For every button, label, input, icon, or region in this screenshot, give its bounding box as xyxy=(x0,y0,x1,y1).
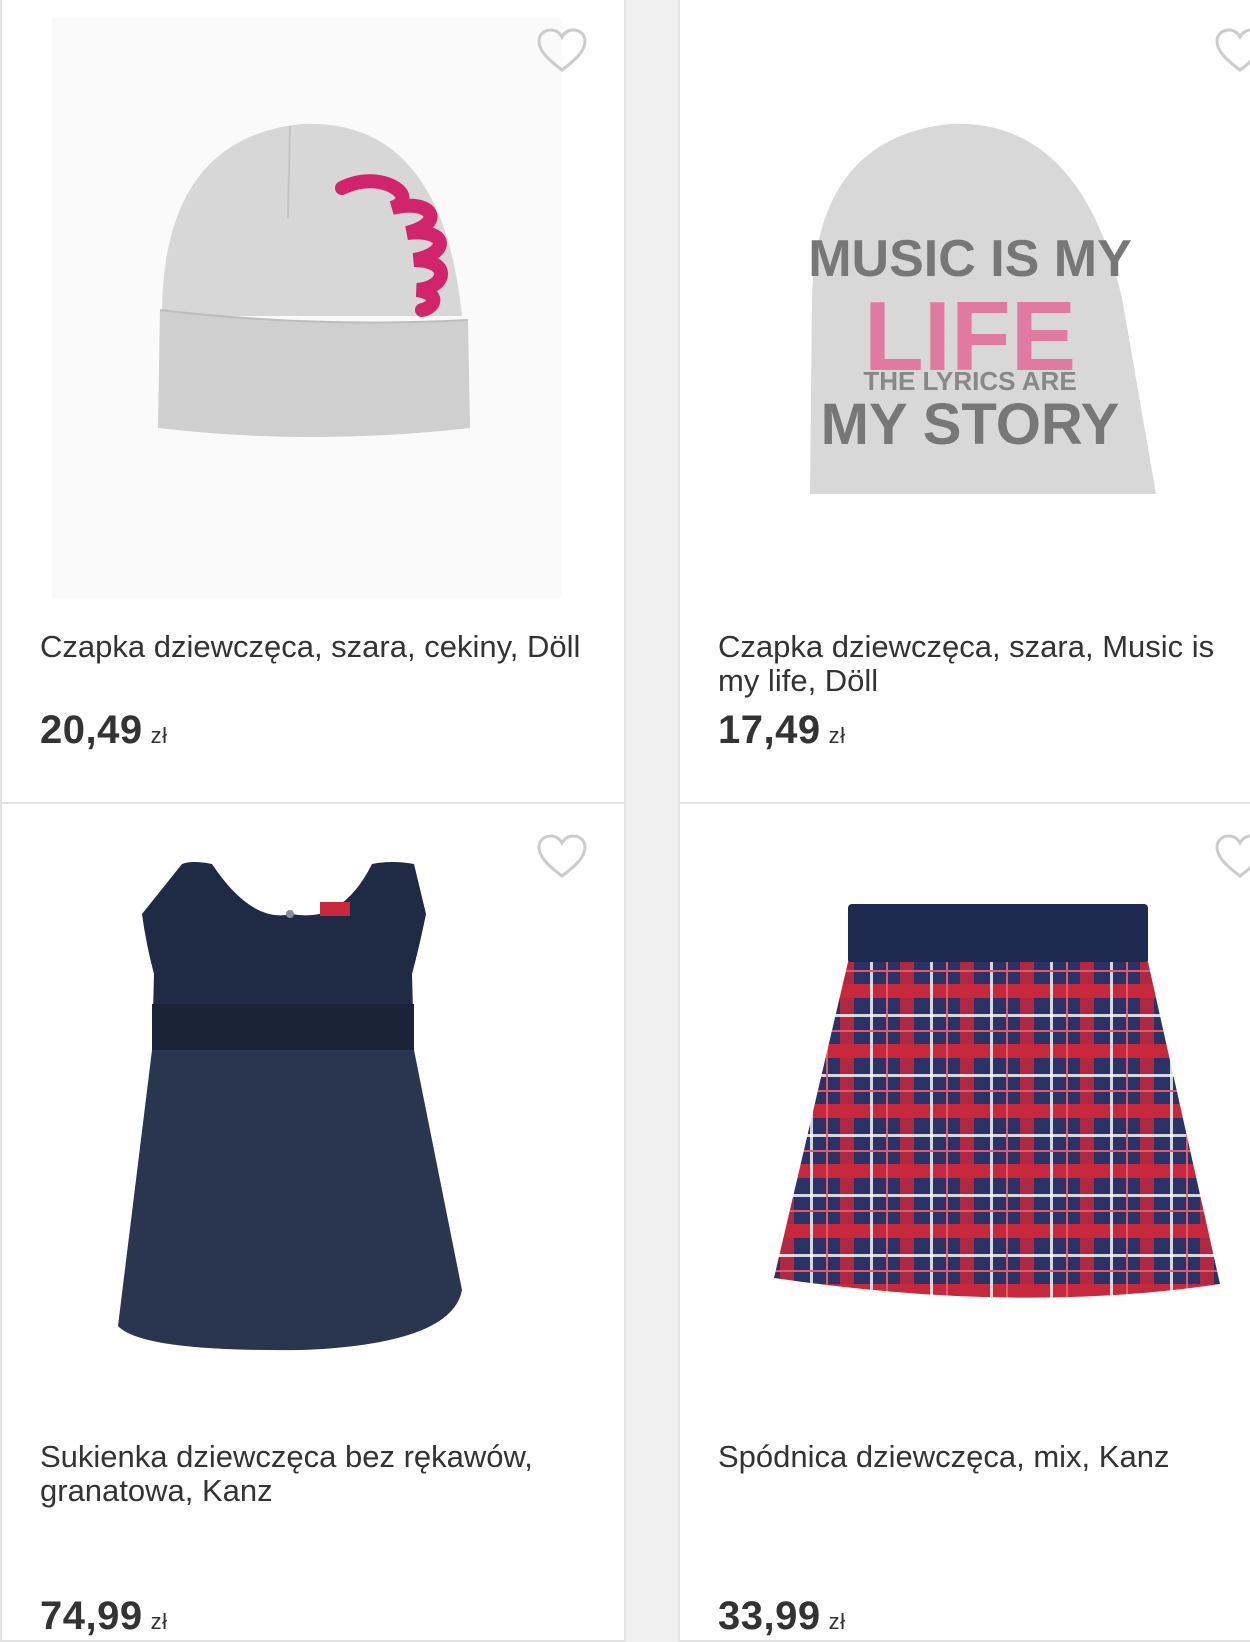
product-card[interactable]: MUSIC IS MY LIFE THE LYRICS ARE MY STORY… xyxy=(678,0,1250,804)
gray-beanie-sequin-image[interactable] xyxy=(42,0,582,618)
plaid-skirt-image[interactable] xyxy=(720,804,1250,1424)
product-price: 20,49 zł xyxy=(40,708,168,753)
price-value: 33,99 xyxy=(718,1594,821,1638)
price-value: 20,49 xyxy=(40,708,143,752)
product-title-line: my life, Döll xyxy=(718,663,879,698)
currency-label: zł xyxy=(828,723,846,748)
product-title-line: Czapka dziewczęca, szara, Music is xyxy=(718,629,1215,664)
svg-text:MUSIC IS MY: MUSIC IS MY xyxy=(808,230,1132,288)
gray-beanie-print-image[interactable]: MUSIC IS MY LIFE THE LYRICS ARE MY STORY xyxy=(720,0,1250,618)
navy-dress-image[interactable] xyxy=(42,804,582,1424)
price-value: 74,99 xyxy=(40,1594,143,1638)
heart-icon[interactable] xyxy=(1214,834,1250,880)
product-card[interactable]: Czapka dziewczęca, szara, cekiny, Döll 2… xyxy=(0,0,626,804)
svg-text:MY STORY: MY STORY xyxy=(821,392,1120,457)
price-value: 17,49 xyxy=(718,708,821,752)
heart-icon[interactable] xyxy=(536,834,588,880)
product-price: 74,99 zł xyxy=(40,1594,168,1639)
currency-label: zł xyxy=(828,1609,846,1634)
product-price: 17,49 zł xyxy=(718,708,846,753)
product-title[interactable]: Sukienka dziewczęca bez rękawów, granato… xyxy=(40,1440,600,1508)
heart-icon[interactable] xyxy=(1214,28,1250,74)
product-title[interactable]: Czapka dziewczęca, szara, Music is my li… xyxy=(718,630,1250,698)
product-card[interactable]: Sukienka dziewczęca bez rękawów, granato… xyxy=(0,802,626,1642)
heart-icon[interactable] xyxy=(536,28,588,74)
currency-label: zł xyxy=(150,723,168,748)
currency-label: zł xyxy=(150,1609,168,1634)
product-title[interactable]: Spódnica dziewczęca, mix, Kanz xyxy=(718,1440,1250,1474)
product-card[interactable]: Spódnica dziewczęca, mix, Kanz 33,99 zł xyxy=(678,802,1250,1642)
product-price: 33,99 zł xyxy=(718,1594,846,1639)
product-title[interactable]: Czapka dziewczęca, szara, cekiny, Döll xyxy=(40,630,600,664)
